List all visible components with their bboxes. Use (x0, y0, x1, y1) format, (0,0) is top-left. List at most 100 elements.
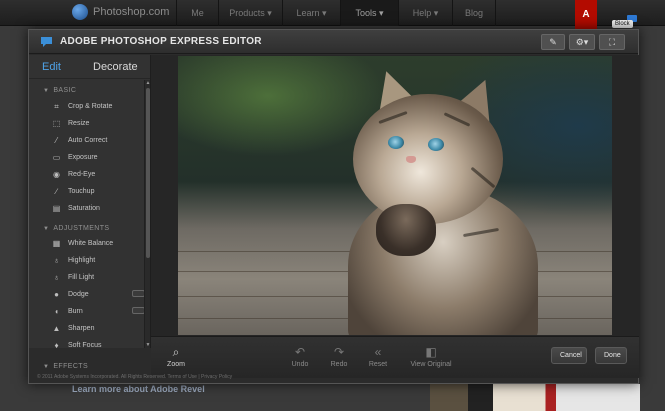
canvas-area (151, 55, 639, 336)
tool-soft-focus[interactable]: ♦ Soft Focus (52, 339, 147, 351)
site-logo-text: Photoshop.com (93, 6, 170, 18)
nav-products[interactable]: Products ▾ (218, 0, 282, 26)
tool-highlight[interactable]: ♁ Highlight (52, 254, 147, 266)
block-tag[interactable]: Block (612, 20, 633, 28)
view-original-label: View Original (410, 361, 452, 368)
section-effects[interactable]: ▼ EFFECTS (43, 363, 88, 370)
tool-label: Soft Focus (68, 341, 102, 349)
photoshop-logo-icon (72, 4, 88, 20)
fullscreen-icon[interactable]: ⛶ (599, 34, 625, 50)
magnifier-icon: ⌕ (172, 345, 180, 359)
crop-icon: ⌗ (54, 101, 59, 111)
section-basic[interactable]: ▼ BASIC (43, 87, 76, 94)
tool-sharpen[interactable]: ▲ Sharpen (52, 322, 147, 334)
zoom-button[interactable]: ⌕ Zoom (163, 345, 189, 368)
collapse-triangle-icon: ▼ (43, 226, 50, 232)
collapse-triangle-icon: ▼ (43, 88, 50, 94)
split-view-icon: ◧ (425, 345, 437, 359)
undo-icon: ↶ (294, 345, 306, 359)
section-adjustments-label: ADJUSTMENTS (53, 225, 110, 232)
site-logo[interactable]: Photoshop.com (72, 4, 169, 20)
sharpen-icon: ▲ (52, 323, 61, 333)
tool-label: Highlight (68, 256, 96, 264)
fill-light-icon: ♁ (53, 272, 60, 282)
site-nav-bar: Photoshop.com Me Products ▾ Learn ▾ Tool… (0, 0, 665, 30)
kitten-photo[interactable] (178, 56, 612, 335)
section-basic-label: BASIC (53, 87, 77, 94)
gear-icon[interactable]: ⚙▾ (569, 34, 595, 50)
mode-tabs: Edit Decorate (29, 55, 150, 79)
tool-label: Crop & Rotate (68, 102, 113, 110)
nav-tools[interactable]: Tools ▾ (340, 0, 398, 26)
section-effects-label: EFFECTS (53, 363, 89, 370)
tool-touchup[interactable]: ∕ Touchup (52, 185, 147, 197)
tool-label: Fill Light (68, 273, 95, 281)
tools-sidebar: Edit Decorate ▼ BASIC ⌗ Crop & Rotate ⬚ R… (29, 55, 151, 351)
tool-label: Resize (68, 119, 90, 127)
tool-red-eye[interactable]: ◉ Red-Eye (52, 168, 147, 180)
kitten-eye-left (388, 136, 404, 149)
reset-label: Reset (368, 361, 388, 368)
kitten-paws (376, 204, 436, 256)
background-thumbnails (430, 384, 640, 411)
redo-icon: ↷ (333, 345, 345, 359)
section-adjustments[interactable]: ▼ ADJUSTMENTS (43, 225, 109, 232)
tool-saturation[interactable]: ▤ Saturation (52, 202, 147, 214)
express-editor-window: ADOBE PHOTOSHOP EXPRESS EDITOR ✎ ⚙▾ ⛶ Ed… (28, 29, 639, 384)
saturation-icon: ▤ (52, 203, 61, 213)
thermometer-icon: ▦ (52, 238, 61, 248)
redo-label: Redo (330, 361, 348, 368)
dodge-icon: ● (54, 289, 59, 299)
brush-icon: ∕ (55, 186, 58, 196)
resize-icon: ⬚ (52, 118, 61, 128)
tool-dodge[interactable]: ● Dodge (52, 288, 147, 300)
redo-button[interactable]: ↷ Redo (326, 345, 352, 368)
tool-label: Dodge (68, 290, 89, 298)
nav-learn[interactable]: Learn ▾ (282, 0, 340, 26)
nav-me[interactable]: Me (176, 0, 218, 26)
share-icon[interactable]: ✎ (541, 34, 565, 50)
reset-button[interactable]: « Reset (365, 345, 391, 368)
tab-edit[interactable]: Edit (42, 61, 61, 73)
tool-label: Touchup (68, 187, 95, 195)
wand-icon: ⁄ (55, 135, 58, 145)
nav-help[interactable]: Help ▾ (398, 0, 452, 26)
kitten-head (353, 94, 503, 224)
tool-label: Saturation (68, 204, 100, 212)
tool-auto-correct[interactable]: ⁄ Auto Correct (52, 134, 147, 146)
done-button[interactable]: Done (595, 347, 627, 364)
nav-blog[interactable]: Blog (452, 0, 496, 26)
undo-button[interactable]: ↶ Undo (287, 345, 313, 368)
tab-decorate[interactable]: Decorate (93, 61, 138, 73)
reset-icon: « (374, 345, 382, 359)
tool-label: Exposure (68, 153, 98, 161)
tool-label: White Balance (68, 239, 114, 247)
kitten-nose (406, 156, 416, 163)
scrollbar-thumb[interactable] (146, 88, 150, 258)
editor-title: ADOBE PHOTOSHOP EXPRESS EDITOR (60, 36, 262, 47)
adobe-logo-icon[interactable]: A (575, 0, 597, 30)
tool-label: Burn (68, 307, 83, 315)
view-original-button[interactable]: ◧ View Original (406, 345, 456, 368)
tool-resize[interactable]: ⬚ Resize (52, 117, 147, 129)
sidebar-scrollbar[interactable]: ▲ ▼ (144, 80, 150, 348)
tool-white-balance[interactable]: ▦ White Balance (52, 237, 147, 249)
collapse-triangle-icon: ▼ (43, 364, 50, 370)
tool-burn[interactable]: ◖ Burn (52, 305, 147, 317)
editor-footer: © 2011 Adobe Systems Incorporated. All R… (37, 374, 233, 380)
exposure-icon: ▭ (52, 152, 61, 162)
tool-fill-light[interactable]: ♁ Fill Light (52, 271, 147, 283)
zoom-label: Zoom (167, 361, 185, 368)
bulb-icon: ♁ (53, 255, 60, 265)
bottom-toolbar: ⌕ Zoom ↶ Undo ↷ Redo « Reset ◧ View Orig… (151, 336, 639, 378)
eye-icon: ◉ (53, 169, 60, 179)
kitten-eye-right (428, 138, 444, 151)
tool-label: Red-Eye (68, 170, 96, 178)
soft-focus-icon: ♦ (54, 340, 59, 350)
cancel-button[interactable]: Cancel (551, 347, 587, 364)
tool-crop-rotate[interactable]: ⌗ Crop & Rotate (52, 100, 147, 112)
tool-label: Sharpen (68, 324, 95, 332)
tool-exposure[interactable]: ▭ Exposure (52, 151, 147, 163)
revel-link[interactable]: Learn more about Adobe Revel (72, 384, 205, 394)
speech-bubble-icon (41, 37, 52, 47)
